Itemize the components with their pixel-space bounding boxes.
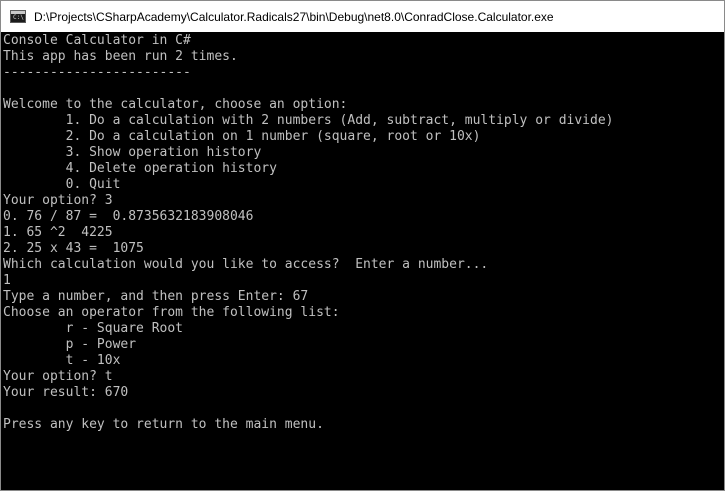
console-output[interactable]: Console Calculator in C# This app has bee… bbox=[3, 33, 724, 490]
console-line: t - 10x bbox=[3, 353, 121, 368]
console-line: 2. 25 x 43 = 1075 bbox=[3, 241, 144, 256]
console-line: 4. Delete operation history bbox=[3, 161, 277, 176]
console-line: 0. 76 / 87 = 0.8735632183908046 bbox=[3, 209, 254, 224]
window-title: D:\Projects\CSharpAcademy\Calculator.Rad… bbox=[34, 9, 554, 24]
console-line: Your option? t bbox=[3, 369, 113, 384]
console-line: Press any key to return to the main menu… bbox=[3, 417, 324, 432]
title-bar[interactable]: C:\ D:\Projects\CSharpAcademy\Calculator… bbox=[1, 1, 724, 32]
console-app-icon[interactable]: C:\ bbox=[10, 10, 26, 23]
console-window: C:\ D:\Projects\CSharpAcademy\Calculator… bbox=[0, 0, 725, 491]
console-line: 0. Quit bbox=[3, 177, 121, 192]
console-line: 1 bbox=[3, 273, 11, 288]
console-line: Which calculation would you like to acce… bbox=[3, 257, 489, 272]
console-line: This app has been run 2 times. bbox=[3, 49, 238, 64]
console-line: ------------------------ bbox=[3, 65, 191, 80]
console-line: 1. 65 ^2 4225 bbox=[3, 225, 113, 240]
console-line: 3. Show operation history bbox=[3, 145, 262, 160]
console-line: 2. Do a calculation on 1 number (square,… bbox=[3, 129, 481, 144]
console-app-icon-glyph: C:\ bbox=[13, 14, 24, 21]
console-line: Your result: 670 bbox=[3, 385, 129, 400]
console-line: r - Square Root bbox=[3, 321, 184, 336]
console-line: Welcome to the calculator, choose an opt… bbox=[3, 97, 348, 112]
console-line: Console Calculator in C# bbox=[3, 33, 191, 48]
console-line: 1. Do a calculation with 2 numbers (Add,… bbox=[3, 113, 614, 128]
console-line: Choose an operator from the following li… bbox=[3, 305, 340, 320]
console-line: Your option? 3 bbox=[3, 193, 113, 208]
console-line: p - Power bbox=[3, 337, 137, 352]
console-line: Type a number, and then press Enter: 67 bbox=[3, 289, 309, 304]
